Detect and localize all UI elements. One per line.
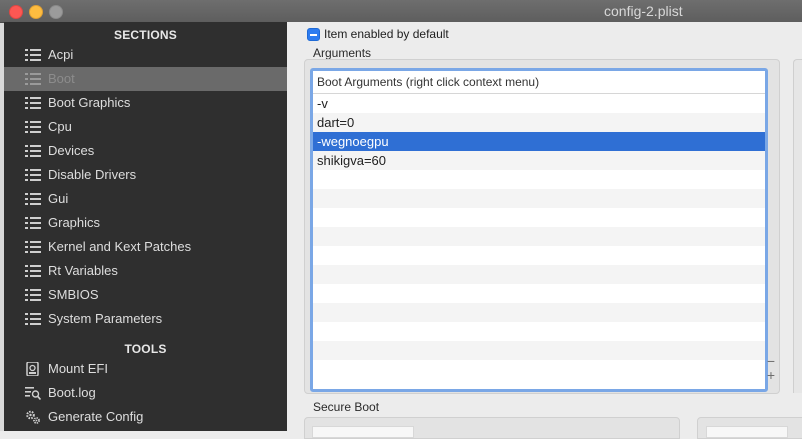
list-icon [25,241,41,253]
zoom-window-button[interactable] [49,5,63,19]
sidebar-item-label: Rt Variables [48,263,118,278]
close-window-button[interactable] [9,5,23,19]
sections-header: SECTIONS [114,28,177,42]
table-row[interactable]: shikigva=60 [313,151,765,170]
list-icon [25,49,41,61]
title-bar: config-2.plist [0,0,802,23]
column-header-boot-arguments: Boot Arguments (right click context menu… [317,75,540,89]
table-row[interactable]: -v [313,94,765,113]
list-icon [25,169,41,181]
list-icon [25,313,41,325]
table-cell: -v [317,96,328,111]
tool-boot-log[interactable]: Boot.log [4,381,287,405]
empty-row[interactable] [313,208,765,227]
sidebar-item-disable-drivers[interactable]: Disable Drivers [4,163,287,187]
sidebar-item-acpi[interactable]: Acpi [4,43,287,67]
tool-label: Generate Config [48,409,144,424]
minimize-window-button[interactable] [29,5,43,19]
empty-row[interactable] [313,246,765,265]
boot-arguments-table[interactable]: Boot Arguments (right click context menu… [310,68,768,392]
empty-row[interactable] [313,189,765,208]
table-header[interactable]: Boot Arguments (right click context menu… [313,71,765,94]
sidebar-item-kernel-and-kext-patches[interactable]: Kernel and Kext Patches [4,235,287,259]
empty-row[interactable] [313,227,765,246]
sidebar-item-label: System Parameters [48,311,163,326]
tools-header: TOOLS [124,342,167,356]
sidebar-item-smbios[interactable]: SMBIOS [4,283,287,307]
list-icon [25,193,41,205]
tool-label: Boot.log [48,385,96,400]
adjacent-panel-edge [793,59,802,393]
list-icon [25,97,41,109]
main-panel: Item enabled by default Arguments Boot A… [287,22,802,439]
list-icon [25,289,41,301]
sidebar: SECTIONS Acpi Boot Boot Graphics Cpu Dev… [4,22,287,431]
empty-row[interactable] [313,322,765,341]
empty-row[interactable] [313,170,765,189]
table-cell: shikigva=60 [317,153,387,168]
sidebar-item-label: SMBIOS [48,287,99,302]
list-icon [25,121,41,133]
remove-argument-button[interactable]: − [765,354,777,368]
sidebar-item-cpu[interactable]: Cpu [4,115,287,139]
secure-boot-field[interactable] [312,426,414,438]
sidebar-item-label: Graphics [48,215,101,230]
secure-boot-label: Secure Boot [313,400,380,414]
list-icon [25,217,41,229]
secure-boot-side-field[interactable] [706,426,788,438]
log-search-icon [25,387,41,400]
item-enabled-label: Item enabled by default [324,27,449,41]
sidebar-item-boot[interactable]: Boot [4,67,287,91]
arguments-label: Arguments [313,46,372,60]
sidebar-item-label: Gui [48,191,69,206]
sidebar-item-label: Acpi [48,47,74,62]
table-body: -v dart=0 -wegnoegpu shikigva=60 [313,94,765,389]
table-cell: dart=0 [317,115,355,130]
sidebar-item-label: Disable Drivers [48,167,137,182]
gears-icon [26,410,40,424]
sidebar-item-devices[interactable]: Devices [4,139,287,163]
add-argument-button[interactable]: + [765,368,777,382]
empty-row[interactable] [313,360,765,379]
disk-icon [26,362,39,376]
sidebar-item-gui[interactable]: Gui [4,187,287,211]
sidebar-item-graphics[interactable]: Graphics [4,211,287,235]
list-icon [25,265,41,277]
window-title: config-2.plist [604,3,683,19]
sidebar-item-label: Devices [48,143,95,158]
tool-mount-efi[interactable]: Mount EFI [4,357,287,381]
sidebar-item-system-parameters[interactable]: System Parameters [4,307,287,331]
empty-row[interactable] [313,341,765,360]
sidebar-item-label: Boot [48,71,75,86]
item-enabled-checkbox[interactable] [307,28,320,41]
table-row-selected[interactable]: -wegnoegpu [313,132,765,151]
sidebar-item-label: Kernel and Kext Patches [48,239,192,254]
empty-row[interactable] [313,303,765,322]
sidebar-item-label: Cpu [48,119,72,134]
empty-row[interactable] [313,265,765,284]
empty-row[interactable] [313,284,765,303]
table-cell: -wegnoegpu [317,134,389,149]
list-icon [25,73,41,85]
sidebar-item-boot-graphics[interactable]: Boot Graphics [4,91,287,115]
sidebar-item-rt-variables[interactable]: Rt Variables [4,259,287,283]
table-row[interactable]: dart=0 [313,113,765,132]
tool-generate-config[interactable]: Generate Config [4,405,287,429]
tool-label: Mount EFI [48,361,108,376]
list-icon [25,145,41,157]
sidebar-item-label: Boot Graphics [48,95,131,110]
